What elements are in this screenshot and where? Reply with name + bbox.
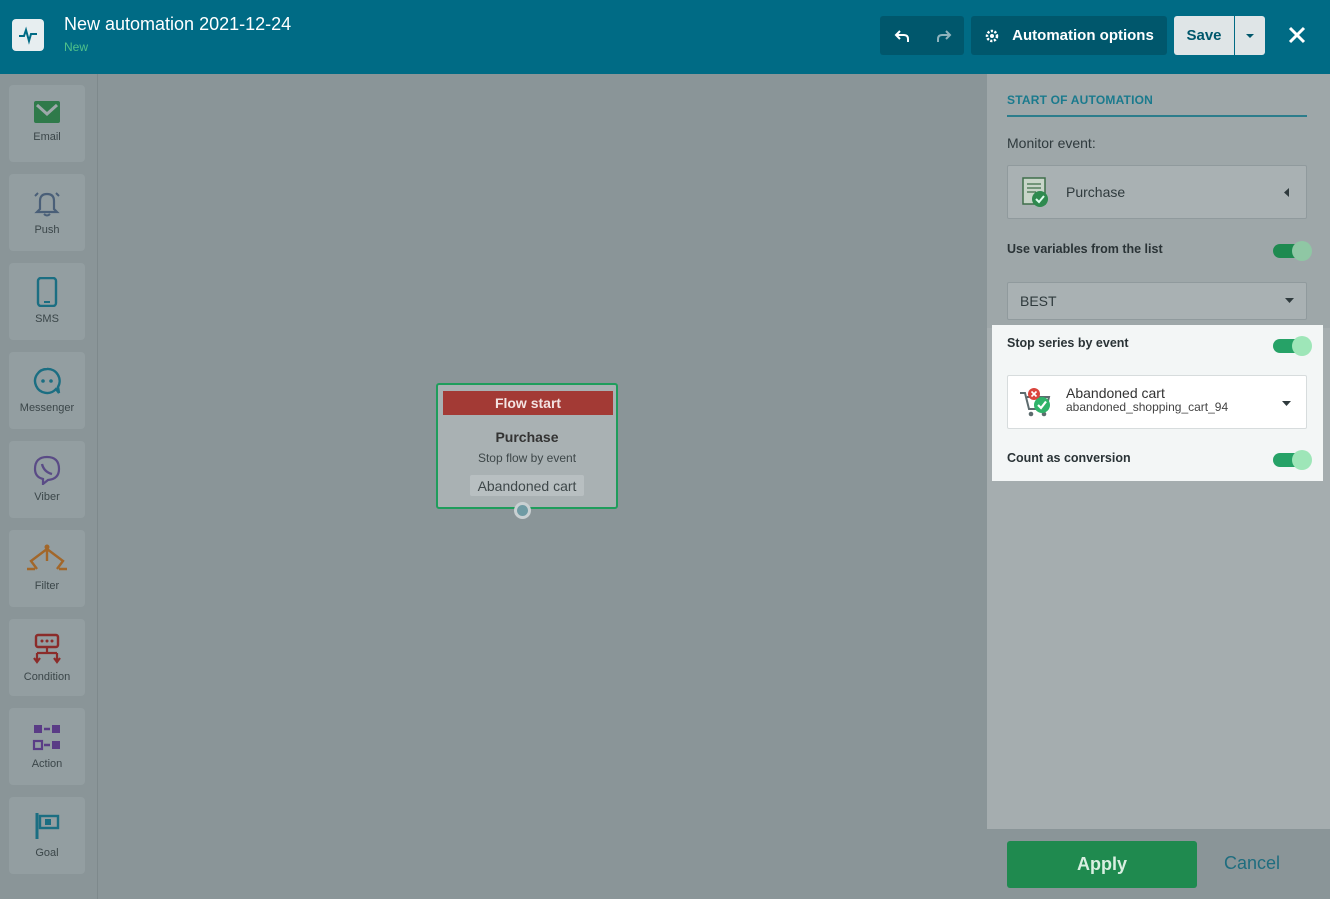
tool-condition-label: Condition	[23, 671, 71, 683]
top-bar: New automation 2021-12-24 New Automation…	[0, 0, 1330, 74]
abandoned-cart-icon	[1020, 388, 1051, 417]
variables-list-select[interactable]: BEST	[1007, 282, 1307, 320]
tool-viber-label: Viber	[34, 491, 60, 503]
count-conversion-toggle[interactable]	[1273, 450, 1312, 470]
stop-series-toggle[interactable]	[1273, 336, 1312, 356]
flow-start-node[interactable]: Flow start Purchase Stop flow by event A…	[436, 383, 618, 509]
stop-event-name: Abandoned cart	[1066, 385, 1165, 401]
purchase-receipt-icon	[1022, 177, 1048, 207]
close-button[interactable]	[1282, 20, 1312, 50]
tool-push[interactable]: Push	[9, 174, 85, 251]
undo-button[interactable]	[880, 16, 923, 55]
caret-down-icon	[1246, 33, 1254, 38]
stop-series-section: Stop series by event Abandoned cart aban…	[992, 325, 1323, 481]
use-variables-label: Use variables from the list	[1007, 242, 1163, 256]
tool-viber[interactable]: Viber	[9, 441, 85, 518]
node-output-port[interactable]	[514, 502, 531, 519]
node-subtitle: Stop flow by event	[477, 451, 577, 465]
tool-push-label: Push	[34, 224, 60, 236]
node-stop-event-tag: Abandoned cart	[470, 475, 584, 496]
chat-icon	[33, 367, 61, 395]
stop-series-label: Stop series by event	[1007, 336, 1129, 350]
element-toolbar: Email Push SMS Messenger Viber Filter Co…	[0, 74, 98, 899]
caret-down-icon	[1282, 401, 1291, 406]
settings-panel: START OF AUTOMATION Monitor event: Purch…	[987, 74, 1330, 899]
node-header: Flow start	[443, 391, 613, 415]
automation-options-label: Automation options	[1012, 27, 1154, 44]
tool-goal-label: Goal	[35, 847, 59, 859]
viber-icon	[33, 455, 61, 485]
monitor-event-label: Monitor event:	[1007, 135, 1096, 151]
variables-list-value: BEST	[1020, 293, 1057, 309]
bell-icon	[34, 192, 60, 217]
close-icon	[1288, 26, 1306, 44]
action-icon	[32, 725, 60, 751]
use-variables-toggle[interactable]	[1273, 241, 1312, 261]
node-title: Purchase	[495, 429, 559, 445]
monitor-event-value: Purchase	[1066, 184, 1126, 200]
caret-down-icon	[1285, 298, 1294, 303]
flag-icon	[35, 813, 60, 839]
tool-sms-label: SMS	[35, 313, 59, 325]
redo-icon	[936, 29, 951, 42]
stop-event-select[interactable]: Abandoned cart abandoned_shopping_cart_9…	[1007, 375, 1307, 429]
section-divider	[1007, 115, 1307, 117]
monitor-event-select[interactable]: Purchase	[1007, 165, 1307, 219]
gear-icon	[985, 29, 999, 42]
tool-filter[interactable]: Filter	[9, 530, 85, 607]
panel-footer: Apply Cancel	[987, 829, 1330, 899]
undo-icon	[894, 29, 909, 42]
automation-logo-icon	[12, 19, 44, 51]
tool-sms[interactable]: SMS	[9, 263, 85, 340]
tool-goal[interactable]: Goal	[9, 797, 85, 874]
tool-filter-label: Filter	[34, 580, 60, 592]
phone-icon	[36, 277, 58, 307]
apply-button[interactable]: Apply	[1007, 841, 1197, 888]
condition-icon	[33, 633, 61, 664]
tool-messenger-label: Messenger	[19, 402, 75, 414]
tool-action-label: Action	[31, 758, 63, 770]
redo-button[interactable]	[923, 16, 964, 55]
automation-options-button[interactable]: Automation options	[971, 16, 1167, 55]
tool-messenger[interactable]: Messenger	[9, 352, 85, 429]
save-dropdown-button[interactable]	[1235, 16, 1265, 55]
tool-condition[interactable]: Condition	[9, 619, 85, 696]
stop-event-id: abandoned_shopping_cart_94	[1066, 400, 1229, 414]
count-conversion-label: Count as conversion	[1007, 451, 1131, 465]
section-title: START OF AUTOMATION	[1007, 93, 1154, 107]
save-button[interactable]: Save	[1174, 16, 1234, 55]
tool-email-label: Email	[33, 131, 61, 143]
tool-email[interactable]: Email	[9, 85, 85, 162]
tool-action[interactable]: Action	[9, 708, 85, 785]
automation-title[interactable]: New automation 2021-12-24	[64, 14, 291, 35]
filter-icon	[27, 544, 67, 571]
cancel-button[interactable]: Cancel	[1224, 853, 1280, 874]
envelope-icon	[34, 101, 60, 123]
automation-status: New	[64, 40, 89, 54]
caret-left-icon	[1284, 188, 1289, 197]
